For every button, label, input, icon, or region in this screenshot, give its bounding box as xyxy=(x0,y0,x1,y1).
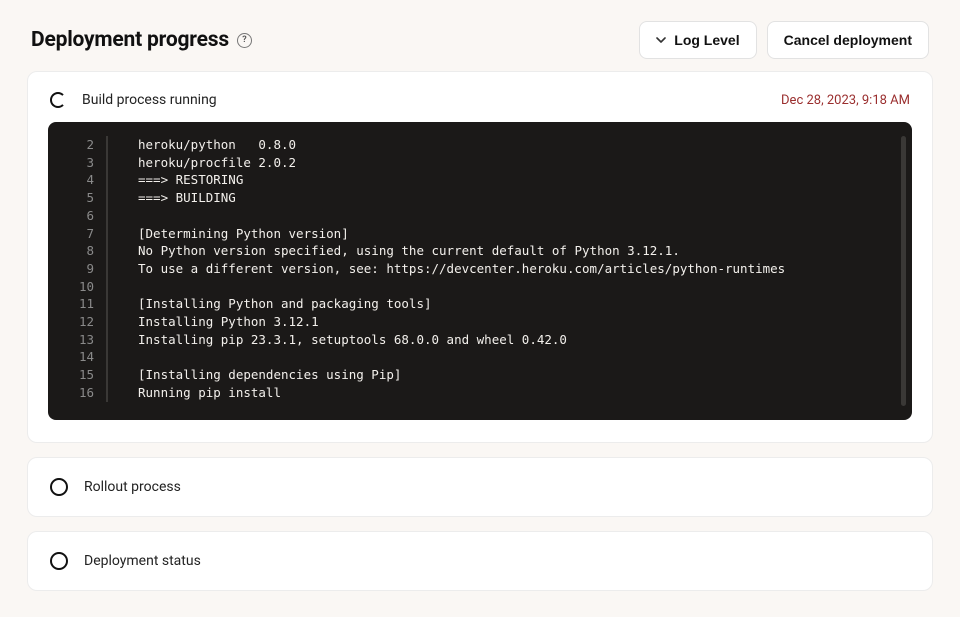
terminal-line: 11 [Installing Python and packaging tools… xyxy=(48,295,912,313)
line-number: 13 xyxy=(48,331,106,349)
line-text: ===> RESTORING xyxy=(138,171,243,189)
chevron-down-icon xyxy=(656,35,666,45)
line-number: 10 xyxy=(48,278,106,296)
gutter-separator xyxy=(106,189,108,207)
terminal-line: 10 xyxy=(48,278,912,296)
line-number: 12 xyxy=(48,313,106,331)
rollout-title: Rollout process xyxy=(84,479,181,495)
build-card: Build process running Dec 28, 2023, 9:18… xyxy=(27,71,933,443)
line-text: [Installing Python and packaging tools] xyxy=(138,295,432,313)
gutter-separator xyxy=(106,225,108,243)
terminal-line: 15 [Installing dependencies using Pip] xyxy=(48,366,912,384)
terminal-scrollbar[interactable] xyxy=(901,136,906,406)
line-number: 5 xyxy=(48,189,106,207)
line-text: ===> BUILDING xyxy=(138,189,236,207)
line-text: heroku/procfile 2.0.2 xyxy=(138,154,296,172)
terminal-line: 4 ===> RESTORING xyxy=(48,171,912,189)
gutter-separator xyxy=(106,384,108,402)
title-wrap: Deployment progress ? xyxy=(31,28,252,52)
log-level-button[interactable]: Log Level xyxy=(639,21,756,59)
line-text: heroku/python 0.8.0 xyxy=(138,136,296,154)
terminal-line: 12 Installing Python 3.12.1 xyxy=(48,313,912,331)
gutter-separator xyxy=(106,278,108,296)
line-number: 6 xyxy=(48,207,106,225)
gutter-separator xyxy=(106,331,108,349)
gutter-separator xyxy=(106,171,108,189)
line-text: Installing Python 3.12.1 xyxy=(138,313,319,331)
line-text: Installing pip 23.3.1, setuptools 68.0.0… xyxy=(138,331,567,349)
line-text: Running pip install xyxy=(138,384,281,402)
cancel-deployment-button[interactable]: Cancel deployment xyxy=(767,21,929,59)
terminal-line: 3 heroku/procfile 2.0.2 xyxy=(48,154,912,172)
line-number: 3 xyxy=(48,154,106,172)
terminal-line: 5 ===> BUILDING xyxy=(48,189,912,207)
build-terminal[interactable]: 2 heroku/python 0.8.0 3 heroku/procfile 2.0… xyxy=(48,122,912,420)
line-number: 8 xyxy=(48,242,106,260)
header: Deployment progress ? Log Level Cancel d… xyxy=(3,3,957,71)
line-number: 9 xyxy=(48,260,106,278)
line-number: 2 xyxy=(48,136,106,154)
header-actions: Log Level Cancel deployment xyxy=(639,21,929,59)
gutter-separator xyxy=(106,136,108,154)
terminal-line: 7 [Determining Python version] xyxy=(48,225,912,243)
terminal-line: 6 xyxy=(48,207,912,225)
terminal-line: 9 To use a different version, see: https:… xyxy=(48,260,912,278)
line-number: 16 xyxy=(48,384,106,402)
circle-icon xyxy=(50,478,68,496)
status-card[interactable]: Deployment status xyxy=(27,531,933,591)
line-number: 15 xyxy=(48,366,106,384)
rollout-card[interactable]: Rollout process xyxy=(27,457,933,517)
gutter-separator xyxy=(106,207,108,225)
line-text: [Determining Python version] xyxy=(138,225,349,243)
status-title: Deployment status xyxy=(84,553,201,569)
build-title: Build process running xyxy=(82,92,217,108)
line-number: 14 xyxy=(48,348,106,366)
terminal-line: 2 heroku/python 0.8.0 xyxy=(48,136,912,154)
gutter-separator xyxy=(106,154,108,172)
cancel-deployment-label: Cancel deployment xyxy=(784,32,912,48)
circle-icon xyxy=(50,552,68,570)
line-number: 4 xyxy=(48,171,106,189)
line-number: 11 xyxy=(48,295,106,313)
line-text: To use a different version, see: https:/… xyxy=(138,260,785,278)
line-text: No Python version specified, using the c… xyxy=(138,242,680,260)
line-number: 7 xyxy=(48,225,106,243)
line-text: [Installing dependencies using Pip] xyxy=(138,366,401,384)
build-timestamp: Dec 28, 2023, 9:18 AM xyxy=(781,93,910,108)
gutter-separator xyxy=(106,313,108,331)
gutter-separator xyxy=(106,348,108,366)
log-level-label: Log Level xyxy=(674,32,739,48)
terminal-line: 14 xyxy=(48,348,912,366)
terminal-line: 16 Running pip install xyxy=(48,384,912,402)
gutter-separator xyxy=(106,242,108,260)
terminal-line: 8 No Python version specified, using the … xyxy=(48,242,912,260)
gutter-separator xyxy=(106,366,108,384)
help-icon[interactable]: ? xyxy=(237,33,252,48)
build-card-header: Build process running Dec 28, 2023, 9:18… xyxy=(48,92,912,122)
gutter-separator xyxy=(106,260,108,278)
gutter-separator xyxy=(106,295,108,313)
terminal-line: 13 Installing pip 23.3.1, setuptools 68.0… xyxy=(48,331,912,349)
page-title: Deployment progress xyxy=(31,28,229,52)
spinner-icon xyxy=(50,92,66,108)
